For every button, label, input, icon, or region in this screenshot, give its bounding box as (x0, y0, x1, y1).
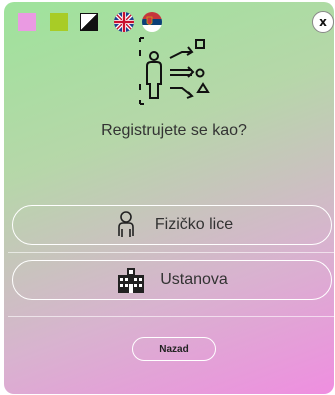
registration-question: Registrujete se kao? (101, 122, 247, 139)
high-contrast-theme-swatch[interactable] (80, 13, 98, 31)
individual-option-label: Fizičko lice (154, 216, 234, 233)
divider (8, 316, 334, 317)
individual-option-button[interactable]: Fizičko lice (12, 205, 332, 245)
divider (8, 252, 334, 253)
user-type-choice-icon (139, 37, 210, 105)
close-button[interactable]: x (312, 11, 334, 33)
pink-theme-swatch[interactable] (18, 13, 36, 31)
registration-dialog: x Registrujete se kao? Fizičko lice Usta… (4, 2, 334, 394)
serbia-flag-icon[interactable] (142, 12, 162, 32)
green-theme-swatch[interactable] (50, 13, 68, 31)
building-icon (118, 268, 145, 293)
person-icon (118, 211, 134, 237)
back-button[interactable]: Nazad (132, 337, 216, 361)
uk-flag-icon[interactable] (114, 12, 134, 32)
institution-option-label: Ustanova (160, 271, 228, 288)
institution-option-button[interactable]: Ustanova (12, 260, 332, 300)
